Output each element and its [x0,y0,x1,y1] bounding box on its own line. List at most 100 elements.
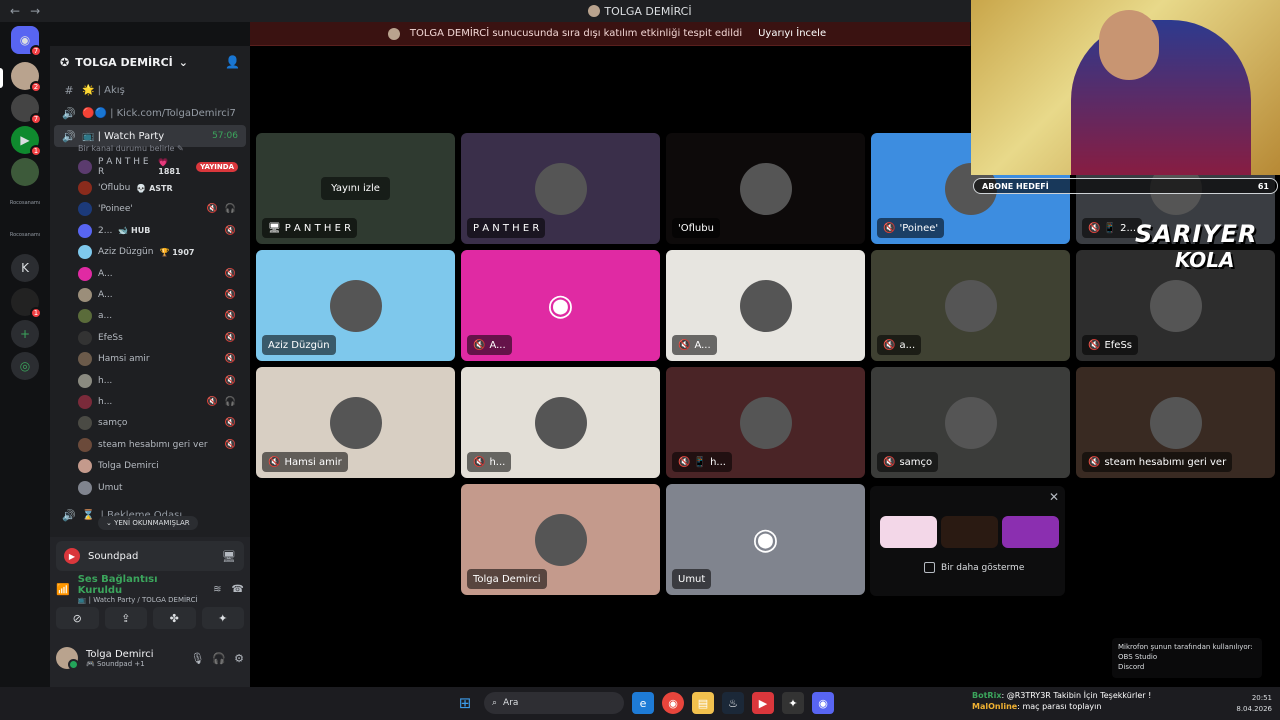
participant-name: EfeSs [1104,339,1133,351]
gear-icon[interactable]: ⚙ [234,652,244,665]
windows-start-icon[interactable]: ⊞ [454,692,476,714]
server-icon-7[interactable]: 1 [11,288,42,319]
participant-tile[interactable]: Aziz Düzgün [256,250,455,361]
user-status: 🎮 Soundpad +1 [86,659,145,668]
voice-user[interactable]: Tolga Demirci [50,455,250,476]
back-arrow-icon[interactable]: ← [10,4,20,18]
system-clock[interactable]: 20:51 8.04.2026 [1236,693,1272,715]
channel-akis[interactable]: # 🌟 | Akış [54,79,246,101]
voice-user[interactable]: steam hesabımı geri ver 🔇 [50,434,250,455]
checkbox[interactable] [924,562,935,573]
participant-label: 🔇 Hamsi amir [262,452,348,472]
participant-tile[interactable]: 🔇 a... [871,250,1070,361]
microphone-icon[interactable]: 🎙 [190,652,204,665]
dont-show-again[interactable]: Bir daha gösterme [924,562,1024,573]
forward-arrow-icon[interactable]: → [30,4,40,18]
invite-people-icon[interactable]: 👤 [225,55,240,69]
participant-tile[interactable]: 🔇 samço [871,367,1070,478]
signal-icon[interactable]: 📶 [56,583,70,596]
file-explorer-icon[interactable]: ▤ [692,692,714,714]
voice-user[interactable]: Aziz Düzgün 🏆 1907 [50,242,250,263]
voice-user[interactable]: 'Oflubu 💀 ASTR [50,177,250,198]
server-label-2[interactable]: Rocosanamı [6,232,44,238]
discord-taskbar-icon[interactable]: ◉ [812,692,834,714]
user-panel: ▶ Soundpad 🖥 📶 Ses Bağlantısı Kuruldu 📺 … [50,537,250,687]
avatar [78,416,92,431]
server-icon-tolga[interactable]: 2 [11,62,42,93]
activity-thumbnail[interactable] [880,516,937,548]
set-channel-status[interactable]: Bir kanal durumu belirle ✎ [50,144,250,156]
voice-user[interactable]: h... 🔇 🎧 [50,391,250,412]
voice-user[interactable]: Umut [50,477,250,498]
activities-button[interactable]: ✤ [153,607,196,629]
voice-user[interactable]: A... 🔇 [50,284,250,305]
clock-date: 8.04.2026 [1236,705,1272,713]
participant-tile[interactable]: ◉ 🔇 A... [461,250,660,361]
participant-tile[interactable]: 🔇 A... [666,250,865,361]
disconnect-icon[interactable]: ☎ [232,584,244,595]
server-icon-kick[interactable]: ▶ 1 [11,126,42,157]
noise-suppression-icon[interactable]: ≋ [213,584,221,595]
status-icon: 🔇 [1088,456,1101,468]
app-icon[interactable]: ✦ [782,692,804,714]
server-icon-k[interactable]: K [11,254,39,282]
discord-home-icon[interactable]: ◉ 7 [11,26,42,57]
soundpad-activity[interactable]: ▶ Soundpad 🖥 [56,541,244,571]
status-icon: 🔇 [883,456,896,468]
voice-user[interactable]: A... 🔇 [50,263,250,284]
voice-user[interactable]: 'Poinee' 🔇 🎧 [50,199,250,220]
chat-message: : @R3TRY3R Takibin İçin Teşekkürler ! [1001,691,1152,700]
avatar [739,396,792,449]
connection-title[interactable]: Ses Bağlantısı Kuruldu [78,574,205,596]
server-icon-2[interactable]: 7 [11,94,42,125]
chrome-icon[interactable]: ◉ [662,692,684,714]
voice-user[interactable]: EfeSs 🔇 [50,327,250,348]
activity-thumbnail[interactable] [1002,516,1059,548]
share-screen-button[interactable]: ⇪ [104,607,147,629]
activity-screen-icon[interactable]: 🖥 [222,550,236,563]
connection-channel[interactable]: 📺 | Watch Party / TOLGA DEMİRCİ [78,596,205,604]
edge-icon[interactable]: e [632,692,654,714]
participant-tile[interactable]: Yayını izle 🖥 P A N T H E R [256,133,455,244]
username[interactable]: Tolga Demirci [86,649,154,660]
soundboard-button[interactable]: ✦ [201,607,244,629]
server-label-1[interactable]: Rocosanamı [6,200,44,206]
participant-tile[interactable]: Tolga Demirci [461,484,660,595]
voice-user[interactable]: samço 🔇 [50,413,250,434]
add-server-icon[interactable]: + [11,320,39,348]
participant-tile[interactable]: 🔇 Hamsi amir [256,367,455,478]
voice-user-name: steam hesabımı geri ver [98,439,208,450]
activity-thumbnail[interactable] [941,516,998,548]
close-icon[interactable]: ✕ [1049,490,1059,504]
avatar [78,480,92,495]
voice-user[interactable]: h... 🔇 [50,370,250,391]
participant-tile[interactable]: P A N T H E R [461,133,660,244]
media-player-icon[interactable]: ▶ [752,692,774,714]
chat-message: : maç parası toplayın [1017,702,1102,711]
voice-user[interactable]: Hamsi amir 🔇 [50,349,250,370]
channel-name: 🌟 | Akış [82,84,125,96]
steam-icon[interactable]: ♨ [722,692,744,714]
new-unreads-pill[interactable]: ⌄ YENİ OKUNMAMIŞLAR [98,516,198,530]
avatar[interactable] [56,647,79,670]
taskbar-search[interactable]: ⌕ Ara [484,692,624,714]
participant-tile[interactable]: 🔇 steam hesabımı geri ver [1076,367,1275,478]
participant-name: Tolga Demirci [473,573,541,585]
camera-off-button[interactable]: ⊘ [56,607,99,629]
voice-user[interactable]: a... 🔇 [50,306,250,327]
participant-tile[interactable]: 🔇 📱 h... [666,367,865,478]
watch-stream-button[interactable]: Yayını izle [321,177,390,200]
participant-tile[interactable]: 'Oflubu [666,133,865,244]
participant-tile[interactable]: ◉ Umut [666,484,865,595]
headphones-icon[interactable]: 🎧 [212,652,226,665]
channel-kick[interactable]: 🔊 🔴🔵 | Kick.com/TolgaDemirci7 [54,102,246,124]
server-header[interactable]: ✪ TOLGA DEMİRCİ ⌄ 👤 [50,46,250,78]
explore-compass-icon[interactable]: ◎ [11,352,39,380]
participant-tile[interactable]: 🔇 h... [461,367,660,478]
status-icon: 🔇 📱 [678,456,707,468]
voice-user[interactable]: 2... 🐋 HUB 🔇 [50,220,250,241]
sponsor-logo: SARIYER KOLA [1135,214,1275,330]
review-warning-button[interactable]: Uyarıyı İncele [752,26,832,41]
voice-user[interactable]: P A N T H E R 💗 1881 YAYINDA [50,156,250,177]
server-icon-4[interactable] [11,158,39,186]
